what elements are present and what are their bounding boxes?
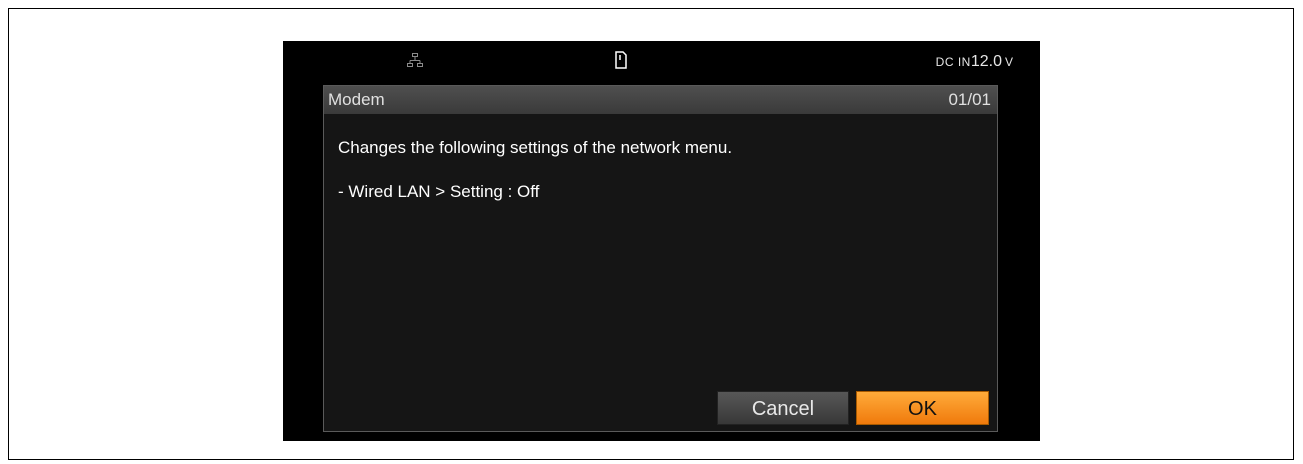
dialog-title: Modem — [328, 90, 385, 109]
dialog-message-line: Changes the following settings of the ne… — [338, 138, 733, 157]
power-source-label: DC IN — [935, 55, 971, 69]
dialog-title-bar: Modem 01/01 — [324, 86, 997, 114]
media-card-icon — [615, 51, 627, 69]
voltage-value: 12.0 — [970, 53, 1002, 70]
ok-button[interactable]: OK — [856, 391, 989, 425]
cancel-button[interactable]: Cancel — [717, 391, 849, 425]
page-indicator: 01/01 — [948, 90, 991, 109]
status-bar: DC IN12.0 V — [283, 41, 1040, 81]
network-lan-icon — [407, 53, 423, 67]
power-voltage-readout: DC IN12.0 V — [936, 53, 1013, 71]
camera-screen: DC IN12.0 V Modem 01/01 Changes the follo… — [283, 41, 1040, 441]
voltage-unit: V — [1004, 55, 1013, 69]
modem-dialog: Modem 01/01 Changes the following settin… — [323, 85, 998, 432]
dialog-setting-line: - Wired LAN > Setting : Off — [338, 182, 540, 201]
